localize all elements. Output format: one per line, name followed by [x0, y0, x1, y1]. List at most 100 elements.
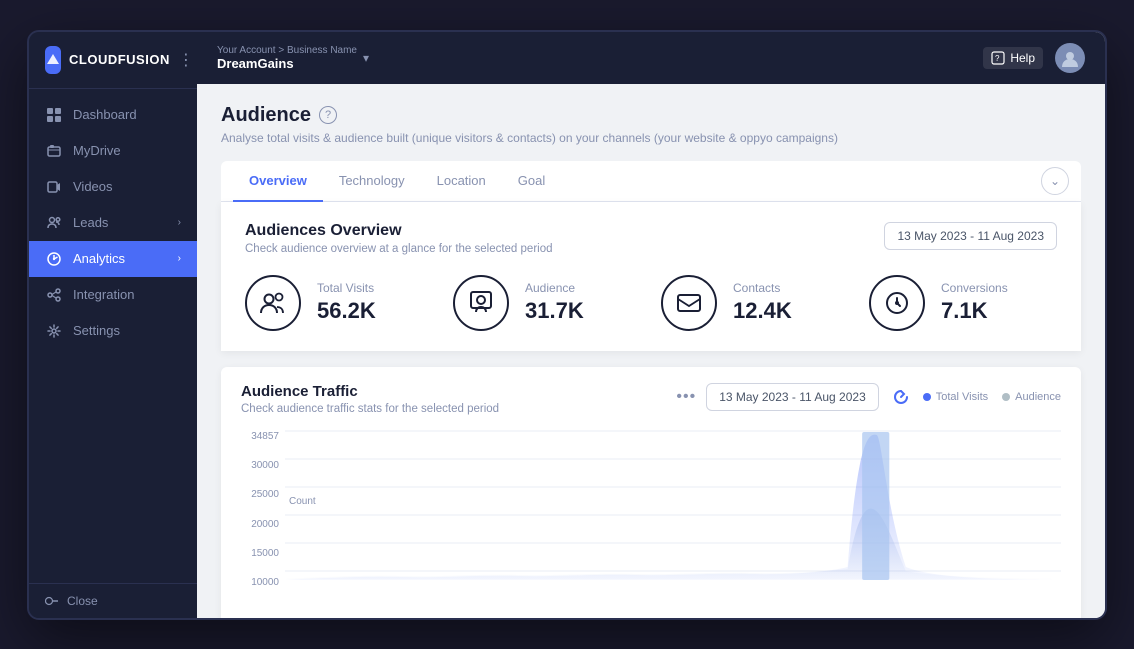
sidebar-item-leads[interactable]: Leads › — [29, 205, 197, 241]
sidebar-menu-icon[interactable]: ⋮ — [178, 50, 194, 70]
traffic-title: Audience Traffic — [241, 383, 499, 400]
traffic-more-button[interactable]: ••• — [676, 388, 696, 406]
logo-text: CLOUDFUSION — [69, 52, 170, 67]
dashboard-icon — [45, 106, 63, 124]
contacts-value: 12.4K — [733, 298, 792, 324]
spike-bar — [862, 432, 889, 580]
integration-icon — [45, 286, 63, 304]
account-selector[interactable]: Your Account > Business Name DreamGains … — [217, 45, 369, 71]
contacts-icon — [661, 275, 717, 331]
topbar-right: ? Help — [983, 43, 1085, 73]
chart-legend: Total Visits Audience — [923, 391, 1061, 403]
tab-location[interactable]: Location — [421, 161, 502, 202]
help-label: Help — [1010, 51, 1035, 65]
sidebar-item-settings[interactable]: Settings — [29, 313, 197, 349]
overview-date-range-button[interactable]: 13 May 2023 - 11 Aug 2023 — [884, 222, 1057, 250]
logo-icon — [45, 46, 61, 74]
tabs-expand-button[interactable]: ⌄ — [1041, 167, 1069, 195]
tabs-row: Overview Technology Location Goal ⌄ — [221, 161, 1081, 202]
overview-header: Audiences Overview Check audience overvi… — [245, 222, 1057, 255]
total-visits-icon — [245, 275, 301, 331]
sidebar-item-analytics[interactable]: Analytics › — [29, 241, 197, 277]
sidebar-footer: Close — [29, 583, 197, 618]
traffic-subtitle: Check audience traffic stats for the sel… — [241, 403, 499, 415]
legend-audience: Audience — [1002, 391, 1061, 403]
y-axis-title: Count — [289, 496, 316, 507]
page-help-icon[interactable]: ? — [319, 106, 337, 124]
chart-area: 34857 30000 25000 20000 15000 10000 — [241, 427, 1061, 607]
legend-audience-dot — [1002, 393, 1010, 401]
integration-label: Integration — [73, 287, 134, 302]
contacts-label: Contacts — [733, 281, 792, 295]
conversions-label: Conversions — [941, 281, 1008, 295]
account-chevron-icon: ▾ — [363, 51, 369, 65]
videos-icon — [45, 178, 63, 196]
mydrive-icon — [45, 142, 63, 160]
sidebar-item-videos[interactable]: Videos — [29, 169, 197, 205]
stat-audience: Audience 31.7K — [453, 275, 641, 331]
traffic-date-range-button[interactable]: 13 May 2023 - 11 Aug 2023 — [706, 383, 879, 411]
sidebar: CLOUDFUSION ⋮ Dashboard — [29, 32, 197, 618]
account-parent-label: Your Account > Business Name — [217, 45, 357, 56]
audience-label: Audience — [525, 281, 584, 295]
total-visits-value: 56.2K — [317, 298, 376, 324]
leads-icon — [45, 214, 63, 232]
refresh-button[interactable] — [889, 385, 913, 409]
visits-area — [285, 434, 1061, 579]
legend-total-visits-dot — [923, 393, 931, 401]
audience-value: 31.7K — [525, 298, 584, 324]
chart-wrapper: Count — [285, 427, 1061, 607]
leads-label: Leads — [73, 215, 108, 230]
topbar: Your Account > Business Name DreamGains … — [197, 32, 1105, 84]
help-button[interactable]: ? Help — [983, 47, 1043, 69]
y-label-10000: 10000 — [251, 577, 279, 588]
page-area: Audience ? Analyse total visits & audien… — [197, 84, 1105, 618]
mydrive-label: MyDrive — [73, 143, 121, 158]
stat-conversions: Conversions 7.1K — [869, 275, 1057, 331]
page-subtitle: Analyse total visits & audience built (u… — [221, 131, 1081, 145]
tab-overview[interactable]: Overview — [233, 161, 323, 202]
analytics-arrow: › — [178, 253, 181, 264]
tab-technology[interactable]: Technology — [323, 161, 421, 202]
y-label-15000: 15000 — [251, 548, 279, 559]
sidebar-nav: Dashboard MyDrive — [29, 89, 197, 583]
traffic-controls: ••• 13 May 2023 - 11 Aug 2023 Total V — [676, 383, 1061, 411]
conversions-info: Conversions 7.1K — [941, 281, 1008, 324]
page-header: Audience ? Analyse total visits & audien… — [221, 104, 1081, 145]
sidebar-item-mydrive[interactable]: MyDrive — [29, 133, 197, 169]
traffic-section: Audience Traffic Check audience traffic … — [221, 367, 1081, 618]
close-button[interactable]: Close — [45, 594, 181, 608]
page-title: Audience — [221, 104, 311, 127]
settings-icon — [45, 322, 63, 340]
audience-icon — [453, 275, 509, 331]
conversions-value: 7.1K — [941, 298, 1008, 324]
legend-total-visits-label: Total Visits — [936, 391, 988, 403]
tab-goal[interactable]: Goal — [502, 161, 561, 202]
chevron-down-icon: ⌄ — [1050, 174, 1060, 188]
account-name: DreamGains — [217, 56, 357, 71]
stats-row: Total Visits 56.2K — [245, 275, 1057, 331]
main-content: Your Account > Business Name DreamGains … — [197, 32, 1105, 618]
legend-total-visits: Total Visits — [923, 391, 988, 403]
stat-contacts: Contacts 12.4K — [661, 275, 849, 331]
overview-card: Audiences Overview Check audience overvi… — [221, 202, 1081, 351]
sidebar-item-dashboard[interactable]: Dashboard — [29, 97, 197, 133]
svg-text:?: ? — [995, 54, 1000, 63]
audience-info: Audience 31.7K — [525, 281, 584, 324]
total-visits-label: Total Visits — [317, 281, 376, 295]
sidebar-item-integration[interactable]: Integration — [29, 277, 197, 313]
traffic-header: Audience Traffic Check audience traffic … — [241, 383, 1061, 415]
y-label-34857: 34857 — [251, 431, 279, 442]
settings-label: Settings — [73, 323, 120, 338]
total-visits-info: Total Visits 56.2K — [317, 281, 376, 324]
contacts-info: Contacts 12.4K — [733, 281, 792, 324]
overview-title: Audiences Overview — [245, 222, 553, 240]
account-info: Your Account > Business Name DreamGains — [217, 45, 357, 71]
y-label-30000: 30000 — [251, 460, 279, 471]
videos-label: Videos — [73, 179, 113, 194]
traffic-title-block: Audience Traffic Check audience traffic … — [241, 383, 499, 415]
sidebar-logo: CLOUDFUSION ⋮ — [29, 32, 197, 89]
close-label: Close — [67, 594, 98, 608]
user-avatar[interactable] — [1055, 43, 1085, 73]
y-axis: 34857 30000 25000 20000 15000 10000 — [241, 427, 285, 607]
